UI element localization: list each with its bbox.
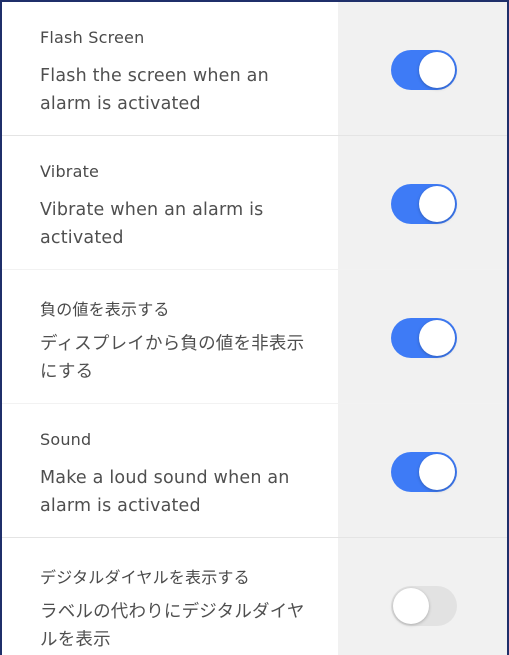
sound-toggle[interactable] bbox=[391, 452, 457, 492]
setting-row-vibrate: Vibrate Vibrate when an alarm is activat… bbox=[2, 136, 507, 270]
setting-title: 負の値を表示する bbox=[40, 300, 170, 319]
flash-screen-toggle[interactable] bbox=[391, 50, 457, 90]
setting-row-show-negative-values: 負の値を表示する ディスプレイから負の値を非表示にする bbox=[2, 270, 507, 404]
toggle-knob bbox=[419, 454, 455, 490]
setting-description: ラベルの代わりにデジタルダイヤルを表示 bbox=[40, 602, 305, 650]
setting-title: Flash Screen bbox=[40, 28, 145, 47]
setting-description: ディスプレイから負の値を非表示にする bbox=[40, 334, 305, 382]
toggle-knob bbox=[419, 320, 455, 356]
settings-panel: Flash Screen Flash the screen when an al… bbox=[0, 0, 509, 655]
setting-title: Vibrate bbox=[40, 162, 100, 181]
toggle-knob bbox=[419, 186, 455, 222]
setting-row-show-digital-dial: デジタルダイヤルを表示する ラベルの代わりにデジタルダイヤルを表示 bbox=[2, 538, 507, 655]
toggle-knob bbox=[419, 52, 455, 88]
show-negative-values-toggle[interactable] bbox=[391, 318, 457, 358]
setting-title: デジタルダイヤルを表示する bbox=[40, 568, 250, 587]
setting-row-flash-screen: Flash Screen Flash the screen when an al… bbox=[2, 2, 507, 136]
setting-description: Flash the screen when an alarm is activa… bbox=[40, 66, 269, 114]
setting-description: Make a loud sound when an alarm is activ… bbox=[40, 468, 290, 516]
setting-row-sound: Sound Make a loud sound when an alarm is… bbox=[2, 404, 507, 538]
toggle-knob bbox=[393, 588, 429, 624]
vibrate-toggle[interactable] bbox=[391, 184, 457, 224]
settings-list: Flash Screen Flash the screen when an al… bbox=[2, 2, 507, 655]
setting-description: Vibrate when an alarm is activated bbox=[40, 200, 264, 248]
setting-title: Sound bbox=[40, 430, 92, 449]
show-digital-dial-toggle[interactable] bbox=[391, 586, 457, 626]
